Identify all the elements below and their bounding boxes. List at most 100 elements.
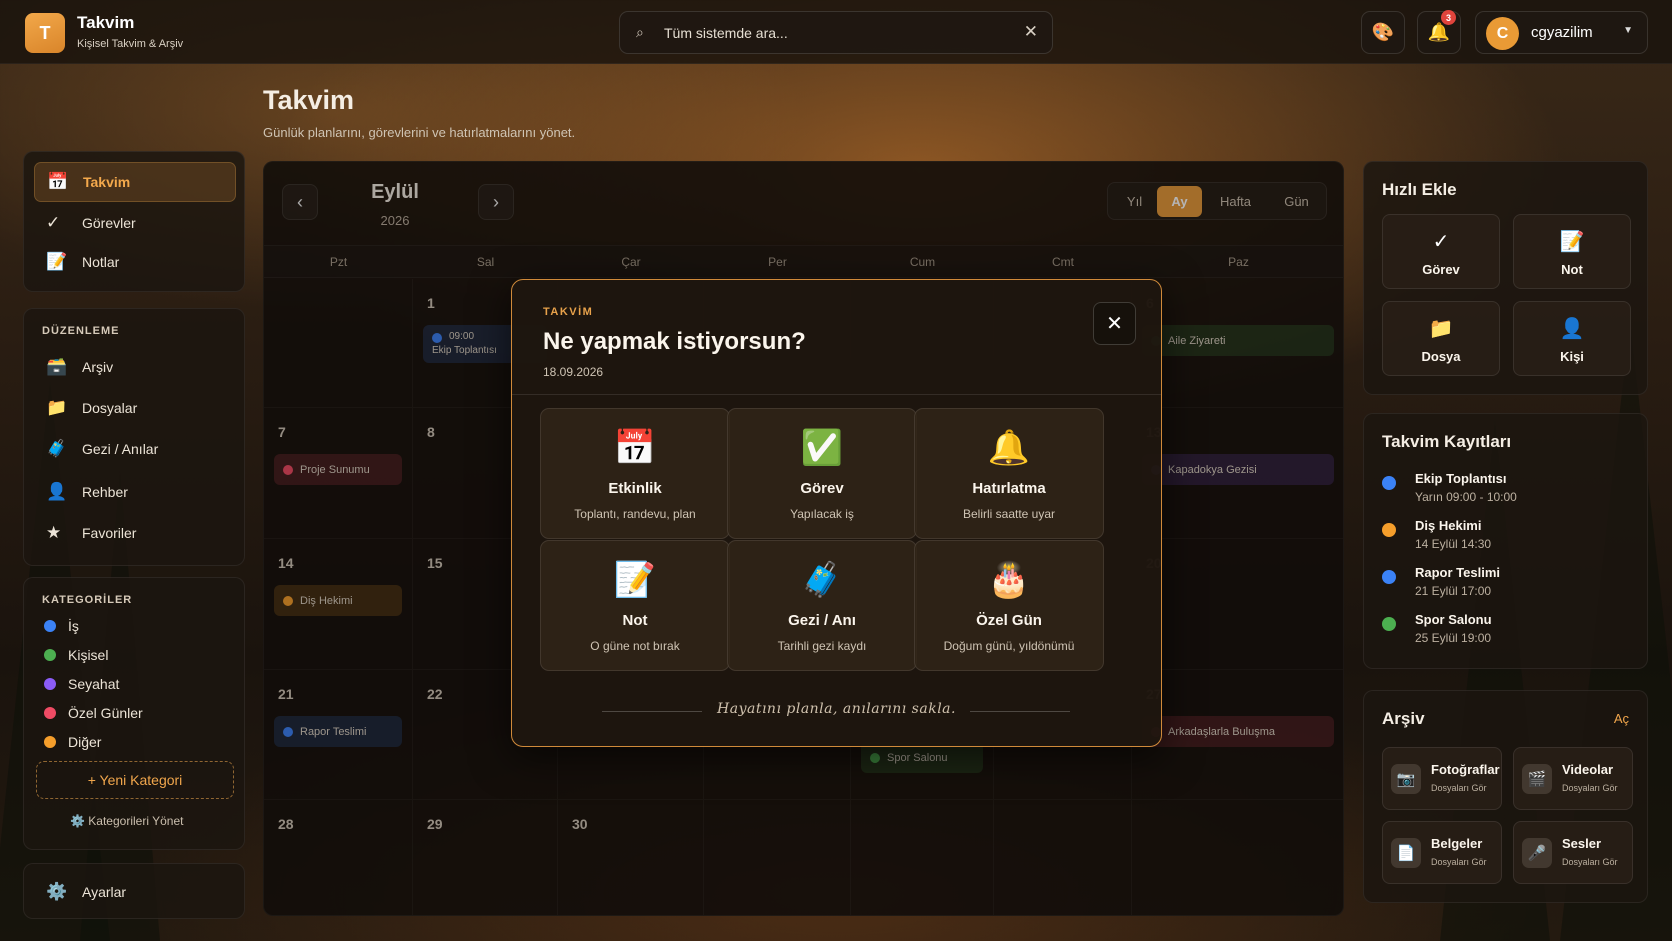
modal-close-button[interactable]: ✕ [1093,302,1136,345]
sidebar-item-dosyalar[interactable]: 📁 Dosyalar [34,388,236,428]
gear-icon: ⚙️ [46,882,68,901]
option-title: Görev [800,480,844,497]
sidebar-item-label: Gezi / Anılar [82,441,159,457]
option-not[interactable]: 📝 Not O güne not bırak [540,540,730,671]
search-input[interactable] [664,22,1004,44]
category-dot [44,620,56,632]
archive-sesler[interactable]: 🎤 Sesler Dosyaları Gör [1513,821,1633,884]
record-time: 21 Eylül 17:00 [1415,584,1492,598]
search-icon: ⌕ [636,24,644,40]
quick-add-label: Kişi [1560,349,1584,364]
modal-kicker: TAKVİM [543,306,594,318]
category-is[interactable]: İş [44,618,79,634]
page-subtitle: Günlük planlarını, görevlerini ve hatırl… [263,125,576,140]
sidebar-editing: DÜZENLEME 🗃️ Arşiv 📁 Dosyalar 🧳 Gezi / A… [23,308,245,566]
luggage-icon: 🧳 [800,561,844,599]
sidebar-categories: KATEGORİLER İş Kişisel Seyahat Özel Günl… [23,577,245,850]
category-diger[interactable]: Diğer [44,734,101,750]
archive-item-title: Videolar [1562,762,1614,777]
record-item[interactable]: Diş Hekimi 14 Eylül 14:30 [1382,518,1622,558]
palette-icon: 🎨 [1371,22,1395,42]
archive-panel: Arşiv Aç 📷 Fotoğraflar Dosyaları Gör 🎬 Video… [1363,690,1648,903]
sidebar-item-label: Görevler [82,215,136,231]
sidebar-main-nav: 📅 Takvim ✓ Görevler 📝 Notlar [23,151,245,292]
archive-item-subtitle: Dosyaları Gör [1431,783,1487,793]
option-hatırlatma[interactable]: 🔔 Hatırlatma Belirli saatte uyar [914,408,1104,539]
record-title: Ekip Toplantısı [1415,471,1507,486]
option-subtitle: Belirli saatte uyar [962,507,1056,521]
sidebar-item-gorevler[interactable]: ✓ Görevler [34,203,236,243]
sidebar-item-favoriler[interactable]: ★ Favoriler [34,513,236,553]
archive-belgeler[interactable]: 📄 Belgeler Dosyaları Gör [1382,821,1502,884]
archive-item-subtitle: Dosyaları Gör [1562,857,1618,867]
record-item[interactable]: Rapor Teslimi 21 Eylül 17:00 [1382,565,1622,605]
document-icon: 📄 [1391,838,1421,868]
category-dot [44,649,56,661]
category-label: Özel Günler [68,705,143,721]
quick-add-kişi[interactable]: 👤 Kişi [1513,301,1631,376]
manage-categories-link[interactable]: ⚙️ Kategorileri Yönet [70,814,183,828]
option-özel-gün[interactable]: 🎂 Özel Gün Doğum günü, yıldönümü [914,540,1104,671]
sidebar-item-label: Rehber [82,484,128,500]
quick-add-dosya[interactable]: 📁 Dosya [1382,301,1500,376]
sidebar-item-label: Takvim [83,174,131,190]
archive-item-title: Belgeler [1431,836,1483,851]
person-icon: 👤 [46,482,68,501]
clear-search-icon[interactable]: ✕ [1024,22,1038,42]
archive-open-link[interactable]: Aç [1614,711,1629,726]
option-etkinlik[interactable]: 📅 Etkinlik Toplantı, randevu, plan [540,408,730,539]
gear-icon: ⚙️ [70,814,85,828]
chevron-down-icon: ▼ [1623,25,1633,36]
settings-button[interactable]: ⚙️ Ayarlar [34,872,236,912]
option-gezi-anı[interactable]: 🧳 Gezi / Anı Tarihli gezi kaydı [727,540,917,671]
option-title: Hatırlatma [972,480,1046,497]
folder-icon: 📁 [1428,318,1454,340]
user-menu[interactable]: C cgyazilim ▼ [1475,11,1648,54]
quick-add-not[interactable]: 📝 Not [1513,214,1631,289]
sidebar-item-rehber[interactable]: 👤 Rehber [34,472,236,512]
sidebar-item-label: Favoriler [82,525,137,541]
record-item[interactable]: Spor Salonu 25 Eylül 19:00 [1382,612,1622,652]
close-icon: ✕ [1106,313,1123,335]
sidebar-item-label: Arşiv [82,359,114,375]
archive-fotoğraflar[interactable]: 📷 Fotoğraflar Dosyaları Gör [1382,747,1502,810]
app-subtitle: Kişisel Takvim & Arşiv [77,38,184,50]
app-logo[interactable]: T [25,13,65,53]
quick-add-label: Görev [1422,262,1460,277]
option-görev[interactable]: ✅ Görev Yapılacak iş [727,408,917,539]
avatar: C [1486,17,1519,50]
category-ozel-gunler[interactable]: Özel Günler [44,705,143,721]
archive-videolar[interactable]: 🎬 Videolar Dosyaları Gör [1513,747,1633,810]
calendar-records-panel: Takvim Kayıtları Ekip Toplantısı Yarın 09… [1363,413,1648,669]
quick-add-görev[interactable]: ✓ Görev [1382,214,1500,289]
record-item[interactable]: Ekip Toplantısı Yarın 09:00 - 10:00 [1382,471,1622,511]
sidebar-item-arsiv[interactable]: 🗃️ Arşiv [34,347,236,387]
bell-icon: 🔔 [987,429,1031,467]
record-time: 25 Eylül 19:00 [1415,631,1492,645]
modal-date: 18.09.2026 [543,365,604,379]
new-category-button[interactable]: + Yeni Kategori [36,761,234,799]
notifications-button[interactable]: 🔔 3 [1417,10,1461,54]
sidebar-settings: ⚙️ Ayarlar [23,863,245,919]
archive-title: Arşiv [1382,709,1425,728]
record-time: Yarın 09:00 - 10:00 [1415,490,1517,504]
archive-item-title: Sesler [1562,836,1602,851]
check-icon: ✓ [46,213,61,232]
global-search: ⌕ ✕ [619,11,1053,54]
archive-item-subtitle: Dosyaları Gör [1431,857,1487,867]
records-title: Takvim Kayıtları [1382,432,1512,451]
archive-item-title: Fotoğraflar [1431,762,1500,777]
top-bar: T Takvim Kişisel Takvim & Arşiv ⌕ ✕ 🎨 🔔 … [0,0,1672,64]
category-kisisel[interactable]: Kişisel [44,647,108,663]
category-seyahat[interactable]: Seyahat [44,676,119,692]
record-title: Diş Hekimi [1415,518,1482,533]
notification-badge: 3 [1441,10,1456,25]
sidebar-item-notlar[interactable]: 📝 Notlar [34,242,236,282]
record-title: Spor Salonu [1415,612,1492,627]
action-modal: TAKVİM Ne yapmak istiyorsun? 18.09.2026 … [511,279,1162,747]
sidebar-item-gezi-anilar[interactable]: 🧳 Gezi / Anılar [34,429,236,469]
folder-icon: 📁 [46,398,68,417]
star-icon: ★ [46,523,62,542]
theme-button[interactable]: 🎨 [1361,11,1405,54]
sidebar-item-takvim[interactable]: 📅 Takvim [34,162,236,202]
